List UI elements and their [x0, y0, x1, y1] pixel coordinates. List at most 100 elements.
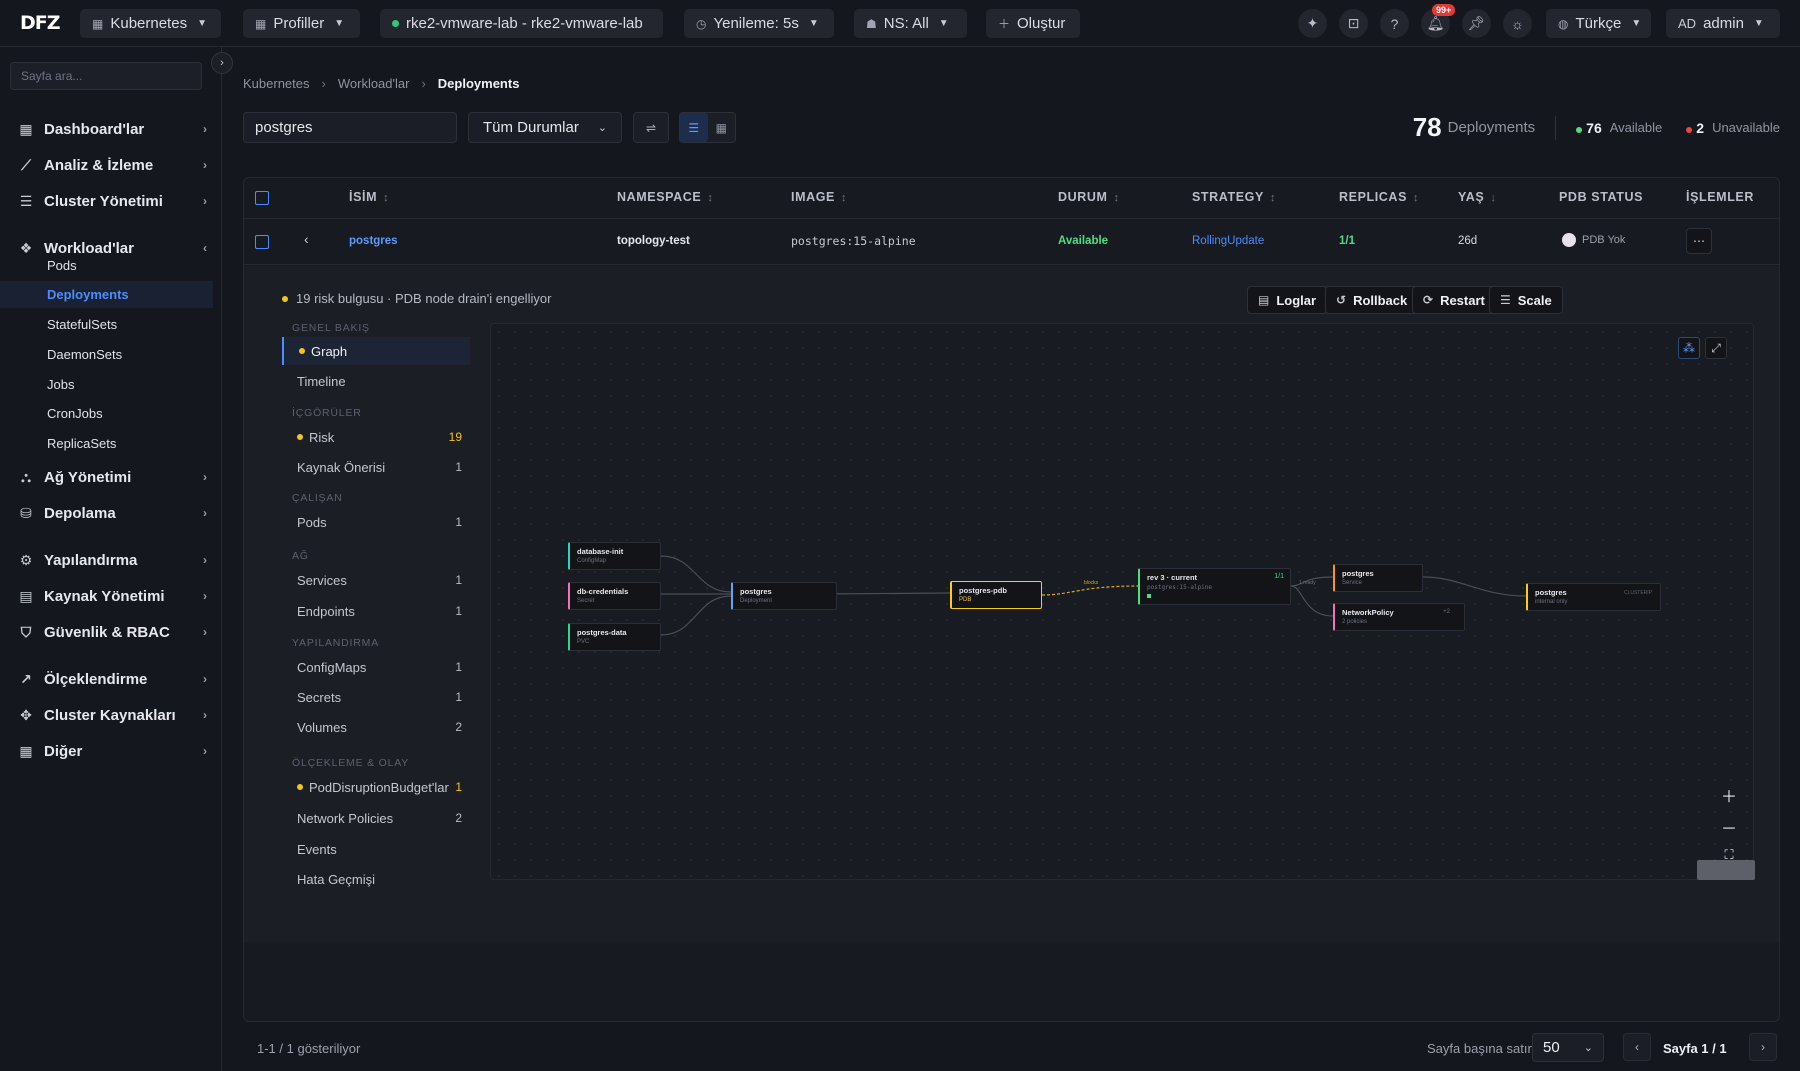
collapse-row-chevron-icon[interactable]: ‹: [304, 231, 309, 247]
table-row[interactable]: ‹ postgres topology-test postgres:15-alp…: [244, 219, 1779, 265]
fullscreen-icon[interactable]: ⤢: [1705, 337, 1727, 359]
filter-settings-button[interactable]: ⇌: [633, 112, 669, 143]
graph-node-service[interactable]: postgres Service: [1333, 564, 1423, 592]
pin-icon[interactable]: 📌︎: [1462, 9, 1491, 38]
detail-nav-configmaps[interactable]: ConfigMaps 1: [282, 653, 470, 681]
detail-nav-pods[interactable]: Pods 1: [282, 508, 470, 536]
graph-node-configmap[interactable]: database-init ConfigMap: [568, 542, 661, 570]
sidebar-sub-statefulsets[interactable]: StatefulSets: [0, 311, 213, 338]
detail-nav-network-policies[interactable]: Network Policies 2: [282, 804, 470, 832]
sidebar-sub-daemonsets[interactable]: DaemonSets: [0, 341, 213, 368]
topology-graph[interactable]: blocks 1 ready database-init ConfigMap d…: [490, 323, 1755, 880]
language-selector[interactable]: ◍ Türkçe ▼: [1546, 9, 1651, 38]
sidebar-search-input[interactable]: Sayfa ara...: [10, 62, 202, 90]
profiles-menu-button[interactable]: ▦ Profiller ▼: [243, 9, 360, 38]
sidebar-item-storage[interactable]: ⛁ Depolama ›: [0, 498, 221, 528]
cluster-selector[interactable]: rke2-vmware-lab - rke2-vmware-lab: [380, 9, 663, 38]
breadcrumb-workloads[interactable]: Workload'lar: [338, 76, 410, 91]
sidebar-sub-deployments[interactable]: Deployments: [0, 281, 213, 308]
search-input[interactable]: postgres: [243, 112, 457, 143]
column-age[interactable]: YAŞ ↓: [1458, 190, 1496, 204]
sidebar-collapse-toggle[interactable]: ›: [211, 52, 233, 74]
image-cell: postgres:15-alpine: [791, 234, 916, 248]
ai-assistant-icon[interactable]: ✦: [1298, 9, 1327, 38]
help-icon[interactable]: ?: [1380, 9, 1409, 38]
create-button[interactable]: ＋ Oluştur: [986, 9, 1080, 38]
chevron-right-icon: ›: [203, 506, 207, 520]
scale-button[interactable]: ☰ Scale: [1489, 286, 1563, 314]
detail-nav-risk[interactable]: Risk 19: [282, 423, 470, 451]
row-actions-menu-button[interactable]: ⋯: [1686, 228, 1712, 254]
sidebar-item-resources[interactable]: ▤ Kaynak Yönetimi ›: [0, 581, 221, 611]
scan-icon[interactable]: ⊡: [1339, 9, 1368, 38]
sidebar-item-config[interactable]: ⚙ Yapılandırma ›: [0, 545, 221, 575]
sidebar-item-dashboards[interactable]: ▦ Dashboard'lar ›: [0, 114, 221, 144]
sidebar-item-analysis[interactable]: ⟋ Analiz & İzleme ›: [0, 150, 221, 180]
detail-nav-error-history[interactable]: Hata Geçmişi: [282, 865, 470, 893]
graph-node-endpoint[interactable]: postgres internal only CLUSTERIP: [1526, 583, 1661, 611]
list-view-icon[interactable]: ☰: [680, 113, 708, 142]
graph-node-secret[interactable]: db-credentials Secret: [568, 582, 661, 610]
graph-node-networkpolicy[interactable]: NetworkPolicy 2 policies +2: [1333, 603, 1465, 631]
chevron-right-icon: ›: [203, 122, 207, 136]
age-cell: 26d: [1458, 235, 1478, 247]
rows-per-page-select[interactable]: 50 ⌄: [1532, 1033, 1604, 1062]
zoom-out-icon[interactable]: －: [1721, 815, 1737, 839]
next-page-button[interactable]: ›: [1749, 1033, 1777, 1061]
notifications-icon[interactable]: 🔔︎ 99+: [1421, 4, 1456, 38]
namespace-selector[interactable]: ☗ NS: All ▼: [854, 9, 967, 38]
app-logo[interactable]: DFZ: [0, 12, 80, 34]
sidebar-item-security[interactable]: ⛉ Güvenlik & RBAC ›: [0, 617, 221, 647]
graph-node-replicaset[interactable]: rev 3 · current postgres:15-alpine 1/1: [1138, 568, 1291, 605]
sort-icon: ↕: [1113, 192, 1120, 204]
sort-icon: ↕: [707, 192, 714, 204]
edge-pvc-deployment: [660, 595, 732, 636]
status-filter-select[interactable]: Tüm Durumlar ⌄: [468, 112, 622, 143]
sidebar-item-other[interactable]: ▦ Diğer ›: [0, 736, 221, 766]
column-namespace[interactable]: NAMESPACE ↕: [617, 190, 713, 204]
detail-nav-secrets[interactable]: Secrets 1: [282, 683, 470, 711]
column-name[interactable]: İSİM ↕: [349, 190, 389, 204]
restart-button[interactable]: ⟳ Restart: [1412, 286, 1496, 314]
zoom-in-icon[interactable]: ＋: [1721, 783, 1737, 807]
detail-nav-events[interactable]: Events: [282, 835, 470, 863]
sidebar-sub-jobs[interactable]: Jobs: [0, 371, 213, 398]
deployment-name-link[interactable]: postgres: [349, 235, 398, 247]
kubernetes-menu-button[interactable]: ▦ Kubernetes ▼: [80, 9, 221, 38]
edge-service-endpoint: [1422, 576, 1527, 597]
theme-toggle-sun-icon[interactable]: ☼: [1503, 9, 1532, 38]
detail-nav-volumes[interactable]: Volumes 2: [282, 713, 470, 741]
minimap[interactable]: [1697, 860, 1755, 880]
detail-nav-graph[interactable]: Graph: [282, 337, 470, 365]
graph-node-deployment[interactable]: postgres Deployment: [731, 582, 837, 610]
detail-nav-pdb[interactable]: PodDisruptionBudget'lar 1: [282, 773, 470, 801]
grid-view-icon[interactable]: ▦: [708, 113, 736, 142]
column-replicas[interactable]: REPLICAS ↕: [1339, 190, 1419, 204]
previous-page-button[interactable]: ‹: [1623, 1033, 1651, 1061]
sidebar-sub-pods[interactable]: Pods: [0, 252, 213, 279]
detail-nav-services[interactable]: Services 1: [282, 566, 470, 594]
detail-nav-endpoints[interactable]: Endpoints 1: [282, 597, 470, 625]
sidebar-item-network[interactable]: ⛬ Ağ Yönetimi ›: [0, 462, 221, 492]
select-all-checkbox[interactable]: [255, 191, 269, 205]
breadcrumb-kubernetes[interactable]: Kubernetes: [243, 76, 310, 91]
user-menu-button[interactable]: AD admin ▼: [1666, 9, 1780, 38]
column-image[interactable]: IMAGE ↕: [791, 190, 847, 204]
graph-node-pvc[interactable]: postgres-data PVC: [568, 623, 661, 651]
sidebar-item-cluster-resources[interactable]: ✥ Cluster Kaynakları ›: [0, 700, 221, 730]
sidebar-item-cluster[interactable]: ☰ Cluster Yönetimi ›: [0, 186, 221, 216]
detail-nav-timeline[interactable]: Timeline: [282, 367, 470, 395]
column-status[interactable]: DURUM ↕: [1058, 190, 1120, 204]
graph-node-pdb[interactable]: postgres-pdb PDB: [950, 581, 1042, 609]
layout-tree-icon[interactable]: ⁂: [1678, 337, 1700, 359]
refresh-interval-button[interactable]: ◷ Yenileme: 5s ▼: [684, 9, 834, 38]
logs-button[interactable]: ▤ Loglar: [1247, 286, 1328, 314]
sidebar-sub-cronjobs[interactable]: CronJobs: [0, 400, 213, 427]
sidebar-item-scaling[interactable]: ↗ Ölçeklendirme ›: [0, 664, 221, 694]
detail-nav-resource-recommendation[interactable]: Kaynak Önerisi 1: [282, 453, 470, 481]
column-strategy[interactable]: STRATEGY ↕: [1192, 190, 1276, 204]
sidebar-sub-replicasets[interactable]: ReplicaSets: [0, 430, 213, 457]
rollback-button[interactable]: ↺ Rollback: [1325, 286, 1419, 314]
gear-icon: ⚙: [19, 551, 33, 568]
row-checkbox[interactable]: [255, 235, 269, 249]
